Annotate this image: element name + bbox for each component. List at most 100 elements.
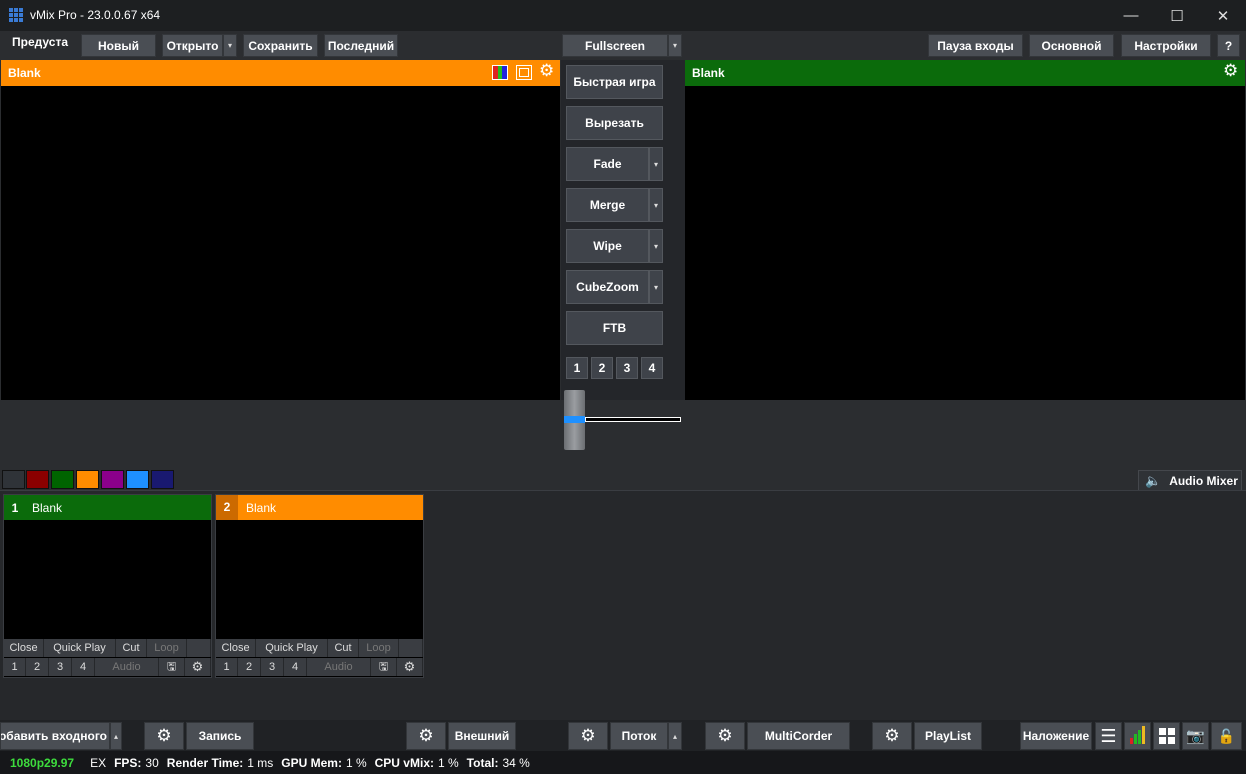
audio-mixer-button[interactable]: 🔈 Audio Mixer [1138, 470, 1242, 491]
audio-button[interactable]: Audio [307, 658, 371, 676]
overlay-3-button[interactable]: 3 [261, 658, 284, 676]
multicorder-settings-gear-icon[interactable]: ⚙ [705, 722, 745, 750]
pause-inputs-button[interactable]: Пауза входы [928, 34, 1023, 57]
color-tag-orange[interactable] [76, 470, 99, 489]
overlay-2-button[interactable]: 2 [238, 658, 261, 676]
open-dropdown-icon[interactable]: ▾ [223, 34, 237, 57]
merge-dropdown-icon[interactable]: ▾ [649, 188, 663, 222]
loop-button[interactable]: Loop [359, 639, 399, 657]
spacer [399, 639, 423, 657]
wipe-button[interactable]: Wipe [566, 229, 649, 263]
playlist-settings-gear-icon[interactable]: ⚙ [872, 722, 912, 750]
transition-4-button[interactable]: 4 [641, 357, 663, 379]
cut-button[interactable]: Вырезать [566, 106, 663, 140]
fps-label: FPS: [114, 755, 142, 770]
close-button[interactable]: Close [216, 639, 256, 657]
snapshot-camera-icon[interactable]: 📷 [1182, 722, 1209, 750]
output-header: Blank [685, 60, 1245, 86]
input-title: Blank [32, 500, 63, 515]
fullscreen-dropdown-icon[interactable]: ▾ [668, 34, 682, 57]
input-card[interactable]: 2 Blank Close Quick Play Cut Loop 1 2 3 … [215, 494, 424, 678]
stream-dropdown-icon[interactable]: ▴ [668, 722, 682, 750]
open-button[interactable]: Открыто [162, 34, 223, 57]
main-button[interactable]: Основной [1029, 34, 1114, 57]
loop-button[interactable]: Loop [147, 639, 187, 657]
cubezoom-dropdown-icon[interactable]: ▾ [649, 270, 663, 304]
external-button[interactable]: Внешний [448, 722, 516, 750]
color-tag-none[interactable] [2, 470, 25, 489]
quick-play-button[interactable]: Quick Play [44, 639, 116, 657]
audio-mixer-label: Audio Mixer [1169, 473, 1238, 488]
maximize-icon[interactable]: ☐ [1154, 0, 1200, 31]
color-tag-navy[interactable] [151, 470, 174, 489]
quick-play-button[interactable]: Быстрая игра [566, 65, 663, 99]
minimize-icon[interactable]: — [1108, 0, 1154, 31]
preview-settings-gear-icon[interactable]: ⚙ [539, 61, 554, 81]
cut-button[interactable]: Cut [328, 639, 359, 657]
merge-button[interactable]: Merge [566, 188, 649, 222]
ftb-button[interactable]: FTB [566, 311, 663, 345]
safe-area-icon[interactable] [516, 65, 532, 80]
fade-dropdown-icon[interactable]: ▾ [649, 147, 663, 181]
close-window-icon[interactable]: ✕ [1200, 0, 1246, 31]
preview-tab-label[interactable]: Предуста [12, 35, 68, 49]
vmix-logo-icon [9, 8, 23, 22]
overlay-1-button[interactable]: 1 [4, 658, 26, 676]
input-settings-gear-icon[interactable]: ⚙ [397, 658, 423, 676]
overlay-4-button[interactable]: 4 [72, 658, 95, 676]
record-button[interactable]: Запись [186, 722, 254, 750]
help-button[interactable]: ? [1217, 34, 1240, 57]
transition-3-button[interactable]: 3 [616, 357, 638, 379]
lock-icon[interactable]: 🔓 [1211, 722, 1242, 750]
fullscreen-button[interactable]: Fullscreen [562, 34, 668, 57]
color-bars-icon[interactable] [492, 65, 508, 80]
color-tag-green[interactable] [51, 470, 74, 489]
multicorder-button[interactable]: MultiCorder [747, 722, 850, 750]
overlay-2-button[interactable]: 2 [26, 658, 49, 676]
quick-play-button[interactable]: Quick Play [256, 639, 328, 657]
settings-button[interactable]: Настройки [1121, 34, 1211, 57]
list-view-icon[interactable]: ☰ [1095, 722, 1122, 750]
overlay-1-button[interactable]: 1 [216, 658, 238, 676]
external-settings-gear-icon[interactable]: ⚙ [406, 722, 446, 750]
t-bar-track[interactable] [585, 417, 681, 422]
input-settings-gear-icon[interactable]: ⚙ [185, 658, 211, 676]
playlist-button[interactable]: PlayList [914, 722, 982, 750]
transition-2-button[interactable]: 2 [591, 357, 613, 379]
overlay-3-button[interactable]: 3 [49, 658, 72, 676]
record-settings-gear-icon[interactable]: ⚙ [144, 722, 184, 750]
speaker-icon: 🔈 [1145, 472, 1162, 488]
audio-meters-icon[interactable] [1124, 722, 1151, 750]
color-tag-purple[interactable] [101, 470, 124, 489]
audio-button[interactable]: Audio [95, 658, 159, 676]
monitor-icon[interactable]: 🖫 [371, 658, 397, 676]
stream-settings-gear-icon[interactable]: ⚙ [568, 722, 608, 750]
monitor-icon[interactable]: 🖫 [159, 658, 185, 676]
color-tag-blue[interactable] [126, 470, 149, 489]
close-button[interactable]: Close [4, 639, 44, 657]
stream-button[interactable]: Поток [610, 722, 668, 750]
fade-button[interactable]: Fade [566, 147, 649, 181]
title-bar [0, 0, 1246, 31]
preview-video [1, 86, 560, 400]
transition-1-button[interactable]: 1 [566, 357, 588, 379]
wipe-dropdown-icon[interactable]: ▾ [649, 229, 663, 263]
new-button[interactable]: Новый [81, 34, 156, 57]
add-input-button[interactable]: Добавить входного [0, 722, 110, 750]
overlay-4-button[interactable]: 4 [284, 658, 307, 676]
input-card[interactable]: 1 Blank Close Quick Play Cut Loop 1 2 3 … [3, 494, 212, 678]
input-header: 2 Blank [216, 495, 423, 520]
cut-button[interactable]: Cut [116, 639, 147, 657]
add-input-dropdown-icon[interactable]: ▴ [110, 722, 122, 750]
overlay-button[interactable]: Наложение [1020, 722, 1092, 750]
save-button[interactable]: Сохранить [243, 34, 318, 57]
input-title: Blank [246, 500, 277, 515]
input-controls-row1: Close Quick Play Cut Loop [4, 639, 211, 657]
multiview-grid-icon[interactable] [1153, 722, 1180, 750]
color-tag-red[interactable] [26, 470, 49, 489]
output-settings-gear-icon[interactable]: ⚙ [1223, 61, 1238, 81]
input-number: 1 [11, 500, 19, 515]
status-bar: 1080p29.97 EX FPS: 30 Render Time: 1 ms … [0, 751, 1246, 774]
cubezoom-button[interactable]: CubeZoom [566, 270, 649, 304]
last-button[interactable]: Последний [324, 34, 398, 57]
